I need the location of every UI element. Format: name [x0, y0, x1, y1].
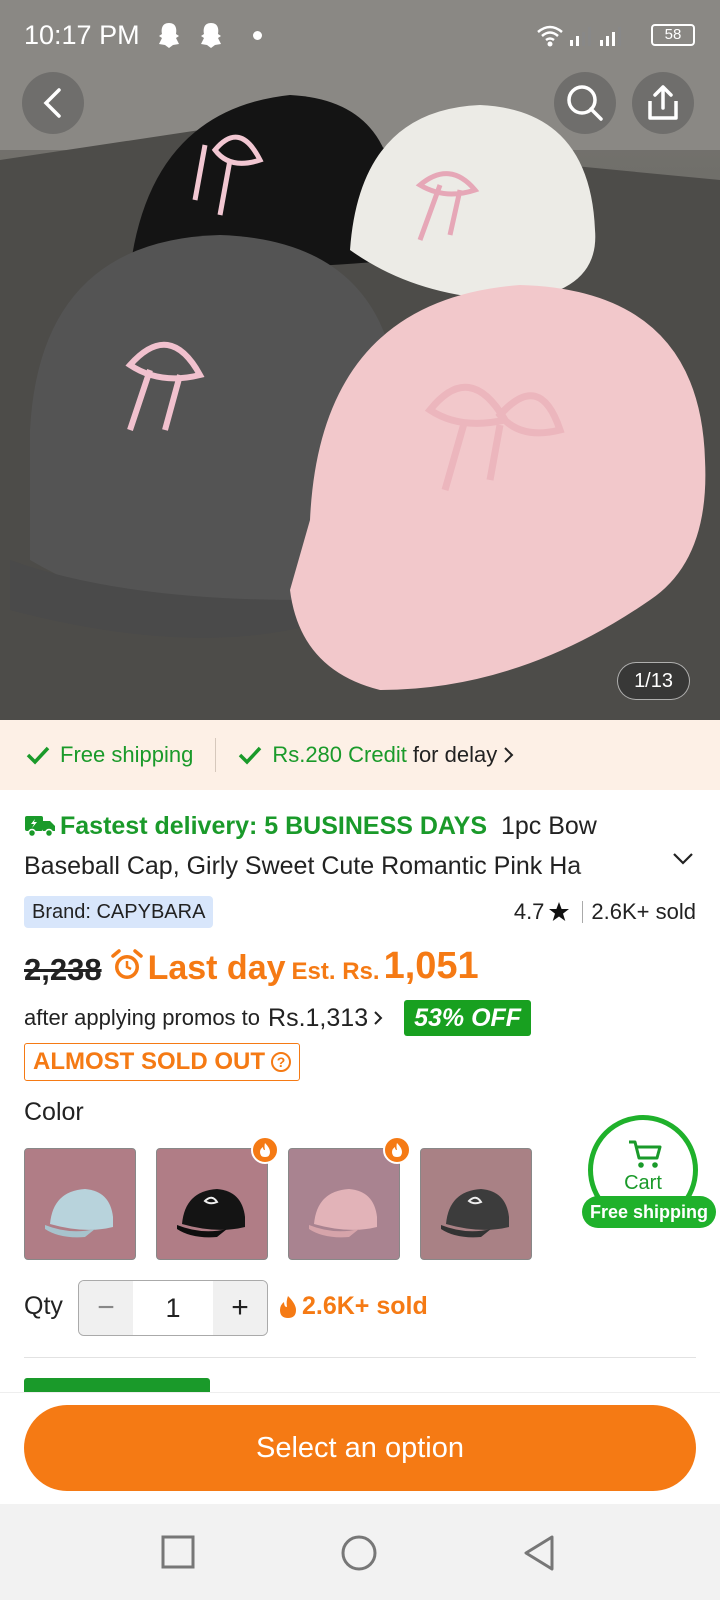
- status-time: 10:17 PM: [24, 20, 140, 50]
- divider: [24, 1357, 696, 1358]
- cart-label: Cart: [624, 1172, 662, 1194]
- ranking-badge: [24, 1378, 210, 1392]
- flame-icon: [260, 1143, 270, 1157]
- help-icon: ?: [270, 1052, 291, 1072]
- hot-badge: [383, 1136, 411, 1164]
- bottom-action-bar: Select an option: [0, 1392, 720, 1504]
- brand-badge[interactable]: Brand: CAPYBARA: [24, 896, 214, 928]
- notification-dot: [253, 31, 262, 40]
- back-button[interactable]: [22, 72, 84, 134]
- delay-text: for delay: [412, 742, 498, 767]
- qty-sold-text: 2.6K+ sold: [302, 1292, 428, 1320]
- search-icon: [567, 85, 603, 121]
- divider: [215, 738, 217, 772]
- qty-label: Qty: [24, 1292, 63, 1320]
- qty-value[interactable]: 1: [133, 1281, 213, 1335]
- product-image-gallery[interactable]: 10:17 PM 58 1/13: [0, 0, 720, 720]
- snapchat-icon: [201, 23, 221, 48]
- battery-icon: 58: [651, 24, 695, 46]
- recent-apps-button[interactable]: [160, 1534, 196, 1570]
- color-label: Color: [24, 1098, 84, 1126]
- color-option-light-blue[interactable]: [24, 1148, 136, 1260]
- sold-count: 2.6K+ sold: [591, 899, 696, 924]
- system-nav-bar: [0, 1504, 720, 1600]
- cap-thumbnail: [45, 1189, 113, 1238]
- check-icon: [239, 746, 262, 765]
- cap-thumbnail: [177, 1189, 245, 1238]
- price-row: 2,238 Last day Est. Rs. 1,051: [24, 942, 479, 988]
- chevron-right-icon: [504, 747, 514, 763]
- home-button[interactable]: [340, 1534, 378, 1572]
- increase-qty-button[interactable]: +: [213, 1281, 267, 1335]
- hot-badge: [251, 1136, 279, 1164]
- cap-thumbnail: [441, 1189, 509, 1238]
- rating-value: 4.7: [513, 899, 545, 924]
- search-button[interactable]: [554, 72, 616, 134]
- color-option-pink[interactable]: [288, 1148, 400, 1260]
- flame-icon: [280, 1295, 296, 1318]
- cap-thumbnail: [309, 1189, 377, 1238]
- product-title[interactable]: Fastest delivery: 5 BUSINESS DAYS 1pc Bo…: [24, 806, 664, 886]
- cart-free-shipping-badge: Free shipping: [582, 1196, 717, 1228]
- star-icon: [549, 902, 570, 921]
- fast-delivery-text: Fastest delivery: 5 BUSINESS DAYS: [60, 812, 488, 840]
- chevron-left-icon: [43, 88, 61, 118]
- last-day-label: Last day: [147, 949, 286, 987]
- back-nav-button[interactable]: [522, 1534, 556, 1572]
- chevron-right-icon: [374, 1011, 383, 1025]
- select-option-button[interactable]: Select an option: [24, 1405, 696, 1491]
- signal-icon: [537, 25, 621, 47]
- promo-price: Rs.1,313: [268, 1003, 369, 1032]
- almost-sold-out-text: ALMOST SOLD OUT: [33, 1048, 265, 1075]
- expand-title-button[interactable]: [672, 852, 694, 866]
- discount-badge: 53% OFF: [404, 1000, 532, 1036]
- promo-text: after applying promos to: [24, 1005, 261, 1030]
- est-label: Est. Rs.: [291, 958, 380, 985]
- status-bar: 10:17 PM 58: [0, 0, 720, 72]
- color-option-dark-gray[interactable]: [420, 1148, 532, 1260]
- cart-icon: [629, 1140, 662, 1168]
- almost-sold-out-badge[interactable]: ALMOST SOLD OUT ?: [24, 1043, 300, 1081]
- rating-summary[interactable]: 4.7 2.6K+ sold: [514, 899, 696, 925]
- promo-row[interactable]: after applying promos to Rs.1,313 53% OF…: [24, 998, 532, 1038]
- shipping-strip[interactable]: Free shipping Rs.280 Credit for delay: [0, 720, 720, 790]
- share-icon: [648, 85, 678, 120]
- image-counter: 1/13: [617, 662, 690, 700]
- truck-icon: [25, 816, 55, 838]
- decrease-qty-button[interactable]: −: [79, 1281, 133, 1335]
- free-shipping-text: Free shipping: [60, 742, 194, 767]
- sale-price: 1,051: [383, 945, 479, 987]
- snapchat-icon: [159, 23, 179, 48]
- ranking-row-peek[interactable]: [24, 1378, 696, 1392]
- share-button[interactable]: [632, 72, 694, 134]
- color-option-black[interactable]: [156, 1148, 268, 1260]
- flame-icon: [392, 1143, 402, 1157]
- alarm-clock-icon: [110, 949, 143, 979]
- check-icon: [26, 746, 50, 765]
- qty-sold-count: 2.6K+ sold: [278, 1292, 428, 1321]
- quantity-stepper: − 1 +: [78, 1280, 268, 1336]
- credit-text: Rs.280 Credit: [272, 742, 407, 767]
- original-price: 2,238: [24, 952, 102, 987]
